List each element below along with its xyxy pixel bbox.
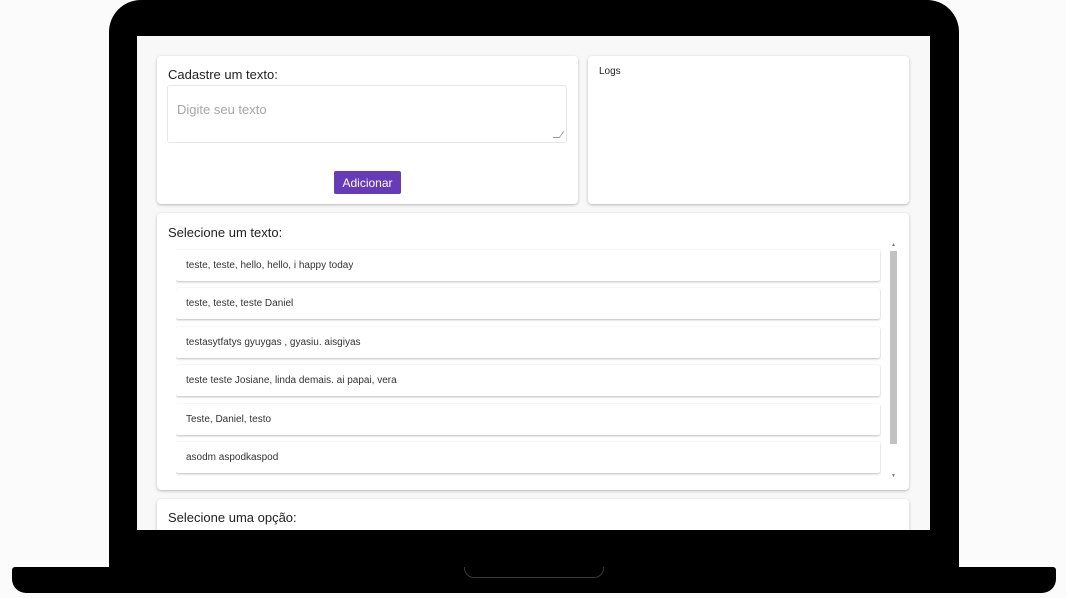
list-item[interactable]: Teste, Daniel, testo <box>176 404 880 435</box>
scroll-up-arrow-icon[interactable]: ▲ <box>891 242 896 248</box>
text-input-placeholder: Digite seu texto <box>177 102 267 117</box>
text-input[interactable]: Digite seu texto <box>167 85 567 143</box>
list-item[interactable]: teste teste Josiane, linda demais. ai pa… <box>176 365 880 396</box>
resize-handle-icon[interactable] <box>552 131 565 138</box>
logs-title: Logs <box>599 66 621 77</box>
scroll-down-arrow-icon[interactable]: ▼ <box>891 473 896 479</box>
select-text-title: Selecione um texto: <box>168 225 283 240</box>
select-text-card: Selecione um texto: teste, teste, hello,… <box>157 213 909 490</box>
add-text-title: Cadastre um texto: <box>168 67 278 82</box>
list-scrollbar[interactable]: ▲ ▼ <box>889 242 898 480</box>
laptop-base <box>12 567 1056 593</box>
add-text-card: Cadastre um texto: Digite seu texto Adic… <box>157 56 578 204</box>
app-screen: Cadastre um texto: Digite seu texto Adic… <box>137 36 930 530</box>
list-item[interactable]: teste, teste, teste Daniel <box>176 288 880 319</box>
text-list[interactable]: teste, teste, hello, hello, i happy toda… <box>176 247 881 483</box>
scrollbar-thumb[interactable] <box>890 251 897 444</box>
list-item[interactable]: teste, teste, hello, hello, i happy toda… <box>176 250 880 281</box>
list-item[interactable]: testasytfatys gyuygas , gyasiu. aisgiyas <box>176 327 880 358</box>
laptop-notch <box>464 567 604 578</box>
list-item[interactable]: asodm aspodkaspod <box>176 442 880 473</box>
select-option-title: Selecione uma opção: <box>168 510 297 525</box>
select-option-card: Selecione uma opção: <box>157 499 909 530</box>
logs-card: Logs <box>588 56 909 204</box>
add-button[interactable]: Adicionar <box>334 171 401 194</box>
